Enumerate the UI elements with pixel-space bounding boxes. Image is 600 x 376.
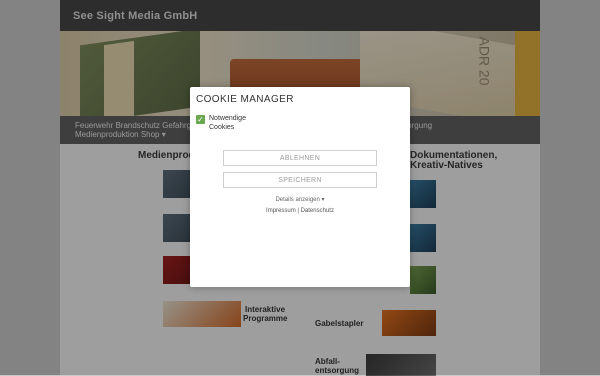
- imprint-privacy-links[interactable]: Impressum | Datenschutz: [190, 208, 410, 214]
- necessary-cookies-checkbox[interactable]: ✓: [196, 115, 205, 124]
- show-details-link[interactable]: Details anzeigen ▾: [190, 196, 410, 203]
- save-button[interactable]: SPEICHERN: [223, 172, 377, 188]
- necessary-cookies-label[interactable]: Notwendige Cookies: [209, 114, 269, 132]
- cookie-manager-title: COOKIE MANAGER: [196, 94, 294, 105]
- reject-button[interactable]: ABLEHNEN: [223, 150, 377, 166]
- cookie-manager-dialog: COOKIE MANAGER ✓ Notwendige Cookies ABLE…: [190, 87, 410, 287]
